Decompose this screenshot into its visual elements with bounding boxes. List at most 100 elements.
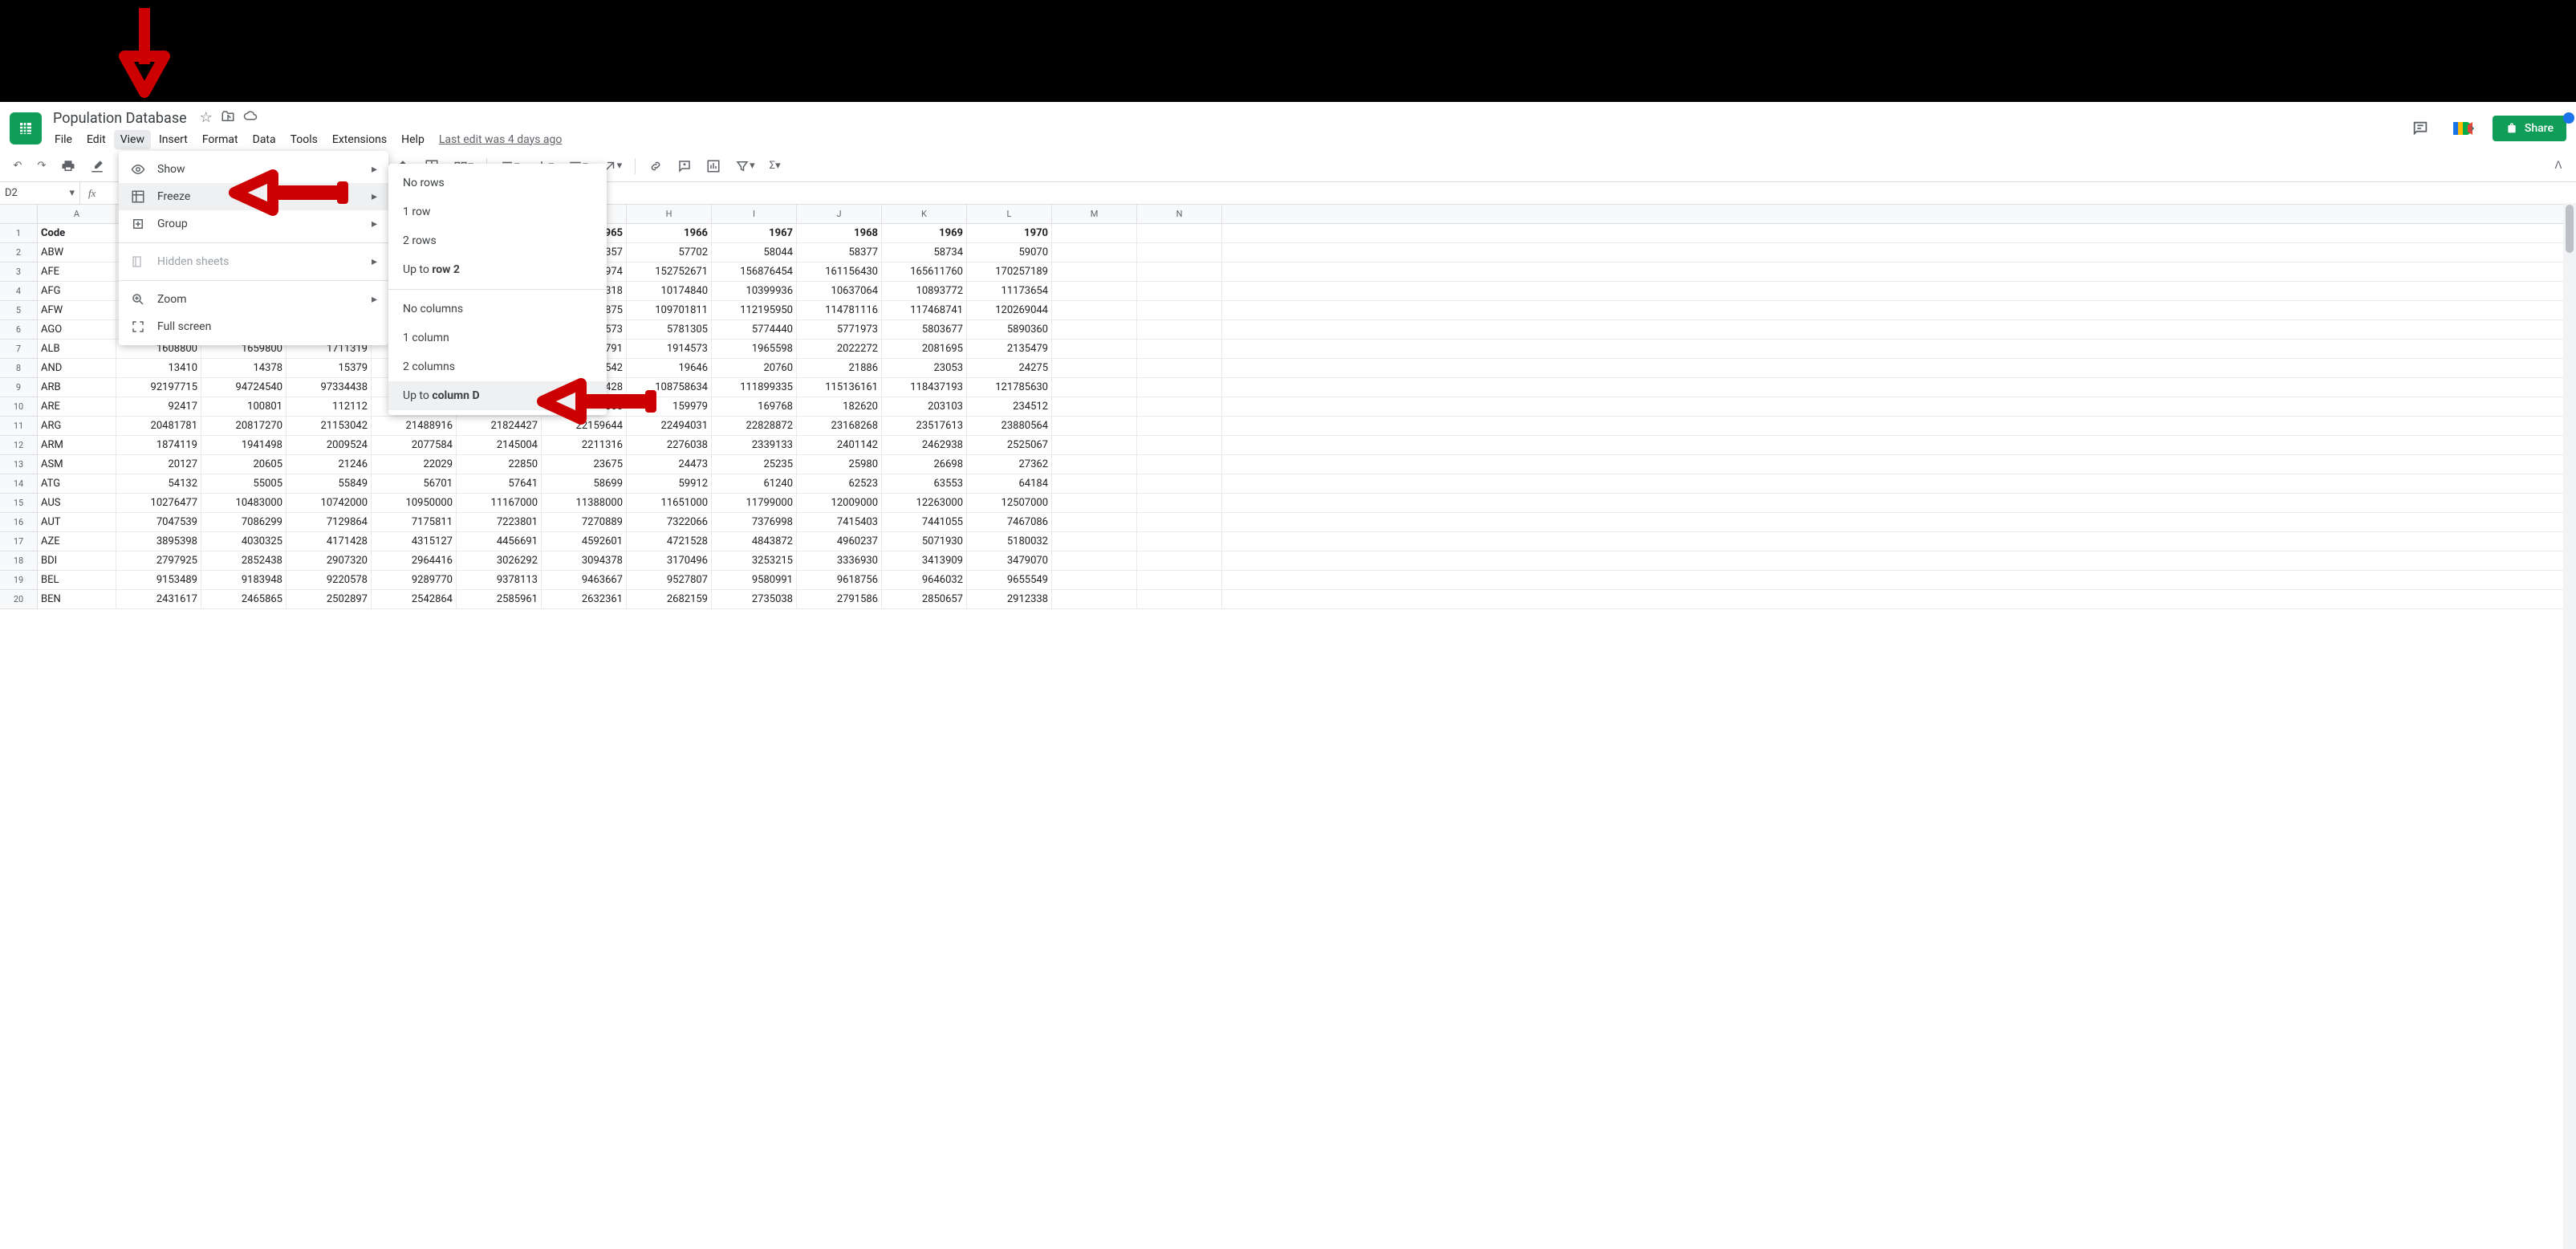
cell[interactable] — [1052, 417, 1137, 435]
cell[interactable] — [1137, 282, 1222, 300]
cell[interactable] — [1137, 262, 1222, 281]
cell[interactable]: 1970 — [967, 224, 1052, 242]
cell[interactable]: 20605 — [201, 455, 286, 474]
cell[interactable]: 2964416 — [372, 551, 457, 570]
cell[interactable]: 121785630 — [967, 378, 1052, 397]
cell[interactable]: 9463667 — [542, 571, 627, 589]
cell[interactable]: 4843872 — [712, 532, 797, 551]
cell[interactable]: BDI — [38, 551, 116, 570]
cell[interactable]: 5803677 — [882, 320, 967, 339]
row-header[interactable]: 9 — [0, 378, 37, 397]
cell[interactable]: 170257189 — [967, 262, 1052, 281]
cell[interactable]: 7441055 — [882, 513, 967, 531]
cell[interactable] — [1137, 571, 1222, 589]
cell[interactable]: 2682159 — [627, 590, 712, 608]
cell[interactable]: 2145004 — [457, 436, 542, 454]
cell[interactable]: 9618756 — [797, 571, 882, 589]
cell[interactable]: 10174840 — [627, 282, 712, 300]
cell[interactable]: 2276038 — [627, 436, 712, 454]
row-header[interactable]: 17 — [0, 532, 37, 551]
cell[interactable]: 2009524 — [286, 436, 372, 454]
row-header[interactable]: 20 — [0, 590, 37, 609]
cell[interactable]: 24473 — [627, 455, 712, 474]
cell[interactable]: 92197715 — [116, 378, 201, 397]
cell[interactable]: 3170496 — [627, 551, 712, 570]
cell[interactable]: 3336930 — [797, 551, 882, 570]
cell[interactable]: 12263000 — [882, 494, 967, 512]
cell[interactable]: 10893772 — [882, 282, 967, 300]
undo-icon[interactable]: ↶ — [8, 156, 27, 177]
cell[interactable]: 5781305 — [627, 320, 712, 339]
cell[interactable] — [1137, 474, 1222, 493]
cell[interactable]: 56701 — [372, 474, 457, 493]
cell[interactable]: 3479070 — [967, 551, 1052, 570]
cell[interactable] — [1052, 397, 1137, 416]
cell[interactable]: 4456691 — [457, 532, 542, 551]
cell[interactable]: 62523 — [797, 474, 882, 493]
row-header[interactable]: 2 — [0, 243, 37, 262]
cell[interactable]: 12009000 — [797, 494, 882, 512]
cell[interactable]: 26698 — [882, 455, 967, 474]
cell[interactable] — [1052, 378, 1137, 397]
cell[interactable]: 114781116 — [797, 301, 882, 319]
cell[interactable] — [1052, 340, 1137, 358]
cell[interactable]: 2797925 — [116, 551, 201, 570]
cell[interactable]: AFE — [38, 262, 116, 281]
cell[interactable]: 1969 — [882, 224, 967, 242]
cell[interactable]: 5774440 — [712, 320, 797, 339]
cell[interactable]: 15379 — [286, 359, 372, 377]
col-header-L[interactable]: L — [967, 205, 1052, 223]
view-freeze[interactable]: Freeze ▸ — [119, 183, 388, 210]
cell[interactable]: 22850 — [457, 455, 542, 474]
row-header[interactable]: 16 — [0, 513, 37, 532]
cell[interactable]: 92417 — [116, 397, 201, 416]
cell[interactable] — [1052, 590, 1137, 608]
cell[interactable]: 100801 — [201, 397, 286, 416]
col-header-M[interactable]: M — [1052, 205, 1137, 223]
cell[interactable] — [1137, 417, 1222, 435]
cell[interactable]: 111899335 — [712, 378, 797, 397]
freeze-no-rows[interactable]: No rows — [388, 169, 607, 197]
cell[interactable]: 9153489 — [116, 571, 201, 589]
freeze-up-to-row[interactable]: Up to row 2 — [388, 255, 607, 284]
select-all-corner[interactable] — [0, 205, 37, 224]
cell[interactable]: 23517613 — [882, 417, 967, 435]
cell[interactable] — [1137, 359, 1222, 377]
cell[interactable]: 1968 — [797, 224, 882, 242]
cell[interactable]: 9655549 — [967, 571, 1052, 589]
functions-icon[interactable]: Σ▾ — [765, 156, 786, 177]
row-header[interactable]: 14 — [0, 474, 37, 494]
menu-extensions[interactable]: Extensions — [326, 130, 393, 149]
cell[interactable]: AND — [38, 359, 116, 377]
cell[interactable]: BEN — [38, 590, 116, 608]
cell[interactable]: 3253215 — [712, 551, 797, 570]
cell[interactable]: 21886 — [797, 359, 882, 377]
cell[interactable]: 7223801 — [457, 513, 542, 531]
row-header[interactable]: 15 — [0, 494, 37, 513]
cell[interactable]: ABW — [38, 243, 116, 262]
cell[interactable]: 9580991 — [712, 571, 797, 589]
cell[interactable] — [1052, 551, 1137, 570]
cell[interactable]: 21824427 — [457, 417, 542, 435]
cell[interactable] — [1137, 436, 1222, 454]
move-icon[interactable] — [221, 109, 235, 128]
cell[interactable]: 21153042 — [286, 417, 372, 435]
cell[interactable]: 58734 — [882, 243, 967, 262]
col-header-H[interactable]: H — [627, 205, 712, 223]
cell[interactable]: 20481781 — [116, 417, 201, 435]
sheets-logo[interactable] — [10, 112, 42, 144]
cell[interactable]: 2542864 — [372, 590, 457, 608]
cell[interactable]: 118437193 — [882, 378, 967, 397]
cell[interactable] — [1052, 455, 1137, 474]
row-header[interactable]: 8 — [0, 359, 37, 378]
name-box[interactable]: D2 ▾ — [0, 182, 80, 204]
freeze-1-column[interactable]: 1 column — [388, 323, 607, 352]
comments-icon[interactable] — [2406, 114, 2435, 143]
cell[interactable] — [1137, 378, 1222, 397]
cell[interactable]: 2502897 — [286, 590, 372, 608]
cell[interactable]: 5771973 — [797, 320, 882, 339]
cell[interactable]: 97334438 — [286, 378, 372, 397]
cell[interactable]: ARE — [38, 397, 116, 416]
col-header-K[interactable]: K — [882, 205, 967, 223]
cell[interactable] — [1137, 340, 1222, 358]
